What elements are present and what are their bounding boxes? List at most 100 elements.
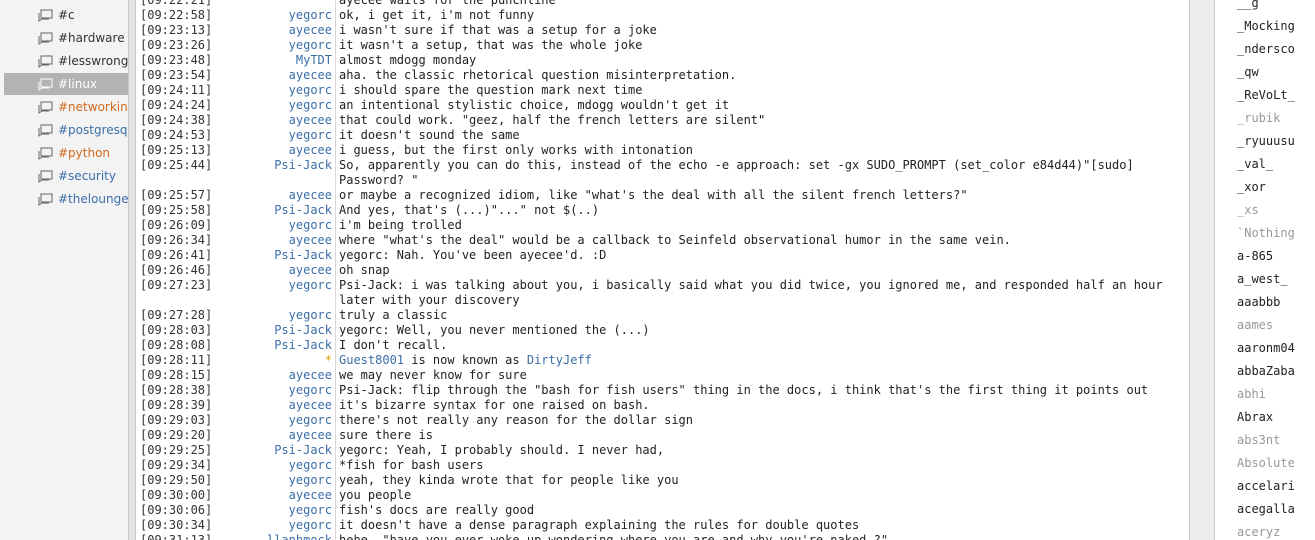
channel-item[interactable]: #linux [4,73,128,95]
user-item[interactable]: `Nothing [1237,222,1295,244]
timestamp: [09:26:46] [140,263,213,277]
user-item[interactable]: abhi [1237,383,1266,405]
nick[interactable]: yegorc [256,473,332,488]
user-item[interactable]: abs3nt [1237,429,1280,451]
line-separator [335,263,336,278]
nick[interactable]: ayecee [256,398,332,413]
chat-line: [09:24:38] ayecee that could work. "geez, … [136,113,1188,128]
user-item[interactable]: _rubik [1237,107,1280,129]
nick[interactable]: * [256,353,332,368]
old-nick[interactable]: Guest8001 [339,353,404,367]
nick[interactable]: ayecee [256,428,332,443]
user-item[interactable]: Abrax [1237,406,1273,428]
user-item[interactable]: a_west_ [1237,268,1288,290]
chat-scrollbar-track[interactable] [1190,0,1214,540]
nick[interactable]: ayecee [256,23,332,38]
user-item[interactable]: accelari [1237,475,1295,497]
message-text: i wasn't sure if that was a setup for a … [339,23,657,37]
nick[interactable]: Psi-Jack [256,203,332,218]
nick[interactable]: yegorc [256,458,332,473]
nick[interactable]: ayecee [256,368,332,383]
nick[interactable]: ayecee [256,233,332,248]
nick[interactable]: yegorc [256,518,332,533]
channel-label: #networkin [58,100,128,114]
chat-line: [09:25:44] Psi-Jack So, apparently you can… [136,158,1188,173]
chat-line: [09:24:11] yegorc i should spare the quest… [136,83,1188,98]
nick[interactable]: MyTDT [256,53,332,68]
new-nick[interactable]: DirtyJeff [527,353,592,367]
channel-item[interactable]: #thelounge [4,188,128,210]
message-text: an intentional stylistic choice, mdogg w… [339,98,730,112]
channel-item[interactable]: #postgresq [4,119,128,141]
channel-label: #hardware [58,31,125,45]
message-text: yegorc: Well, you never mentioned the (.… [339,323,650,337]
timestamp: [09:23:54] [140,68,213,82]
line-separator [335,293,336,308]
nick[interactable]: yegorc [256,8,332,23]
channel-item[interactable]: #python [4,142,128,164]
chat-line: [09:26:34] ayecee where "what's the deal" … [136,233,1188,248]
channel-item[interactable]: #security [4,165,128,187]
user-item[interactable]: acegalla [1237,498,1295,520]
user-item[interactable]: aaronm04 [1237,337,1295,359]
channel-item[interactable]: #lesswrong [4,50,128,72]
line-separator [335,38,336,53]
timestamp: [09:29:50] [140,473,213,487]
nick[interactable]: Psi-Jack [256,443,332,458]
timestamp: [09:29:25] [140,443,213,457]
user-item[interactable]: _val_ [1237,153,1273,175]
chat-line: [09:28:08] Psi-Jack I don't recall. [136,338,1188,353]
user-item[interactable]: _xs [1237,199,1259,221]
user-item[interactable]: _qw [1237,61,1259,83]
message-text: truly a classic [339,308,448,322]
user-item[interactable]: __g [1237,0,1259,14]
nick[interactable]: Psi-Jack [256,323,332,338]
timestamp: [09:30:06] [140,503,213,517]
channel-item[interactable]: #hardware [4,27,128,49]
message-text: oh snap [339,263,390,277]
nick[interactable]: yegorc [256,413,332,428]
message-text: it doesn't sound the same [339,128,520,142]
nick[interactable]: Psi-Jack [256,158,332,173]
nick[interactable]: llanhmock [256,533,332,540]
channel-label: #python [58,146,111,160]
nick[interactable]: Psi-Jack [256,338,332,353]
user-item[interactable]: _ryuuusu [1237,130,1295,152]
user-item[interactable]: aceryz [1237,521,1280,540]
nick[interactable]: yegorc [256,98,332,113]
nick[interactable]: yegorc [256,128,332,143]
nick[interactable]: ayecee [256,113,332,128]
user-item[interactable]: aames [1237,314,1273,336]
user-item[interactable]: aaabbb [1237,291,1280,313]
user-item[interactable]: _ndersco [1237,38,1295,60]
nick[interactable]: ayecee [256,143,332,158]
user-item[interactable]: _Mocking [1237,15,1295,37]
user-item[interactable]: Absolute [1237,452,1295,474]
nick[interactable]: yegorc [256,308,332,323]
nick[interactable]: ayecee [256,263,332,278]
nick[interactable]: yegorc [256,278,332,293]
channel-item[interactable]: #c [4,4,128,26]
user-item[interactable]: a-865 [1237,245,1273,267]
timestamp: [09:25:58] [140,203,213,217]
nick[interactable]: yegorc [256,503,332,518]
line-separator [335,218,336,233]
timestamp: [09:23:13] [140,23,213,37]
user-item[interactable]: abbaZaba [1237,360,1295,382]
user-item[interactable]: _ReVoLt_ [1237,84,1295,106]
nick[interactable]: yegorc [256,218,332,233]
nick[interactable]: yegorc [256,383,332,398]
user-item[interactable]: _xor [1237,176,1266,198]
channel-item[interactable]: #networkin [4,96,128,118]
channel-label: #c [58,8,75,22]
line-separator [335,8,336,23]
timestamp: [09:22:58] [140,8,213,22]
nick[interactable]: yegorc [256,83,332,98]
nick[interactable]: ayecee [256,188,332,203]
nick[interactable]: yegorc [256,38,332,53]
channel-label: #security [58,169,116,183]
nick[interactable]: ayecee [256,488,332,503]
timestamp: [09:28:38] [140,383,213,397]
nick[interactable]: ayecee [256,68,332,83]
nick[interactable]: Psi-Jack [256,248,332,263]
